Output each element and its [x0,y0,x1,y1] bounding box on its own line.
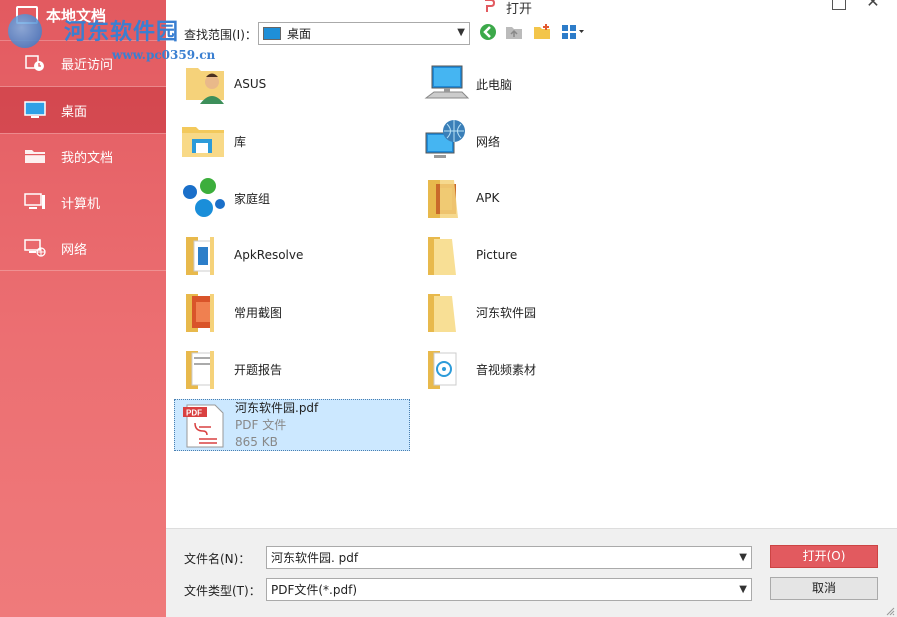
file-name: 常用截图 [234,305,283,320]
file-name: 开题报告 [234,362,283,377]
network-globe-icon [422,117,472,165]
network-icon [24,239,46,257]
documents-folder-icon [24,147,46,165]
file-name: ApkResolve [234,248,304,262]
file-name: 此电脑 [476,77,513,92]
filetype-value: PDF文件(*.pdf) [271,583,358,597]
chevron-down-icon: ▼ [457,27,465,38]
filename-value: 河东软件园. pdf [271,551,359,565]
up-folder-icon [506,27,522,39]
folder-icon [422,174,472,222]
file-item[interactable]: 河东软件园 [416,286,652,338]
bottom-bar: 文件名(N)： 河东软件园. pdf ▼ 文件类型(T)： PDF文件(*.pd… [166,528,897,617]
file-name: ASUS [234,77,267,91]
file-meta: 河东软件园.pdf PDF 文件 865 KB [235,400,318,451]
divider [0,270,166,271]
homegroup-icon [180,174,230,222]
file-name: 河东软件园 [476,305,537,320]
close-button[interactable]: ✕ [862,0,884,10]
maximize-button[interactable] [832,0,846,10]
folder-icon [422,345,472,393]
svg-text:PDF: PDF [186,409,202,418]
file-item[interactable]: 库 [174,115,410,167]
sidebar-item-desktop[interactable]: 桌面 [0,87,166,133]
file-item-selected[interactable]: PDF 河东软件园.pdf PDF 文件 865 KB [174,399,410,451]
folder-icon [422,288,472,336]
view-menu-button[interactable] [560,22,586,42]
chevron-down-icon[interactable]: ▼ [739,584,747,595]
file-item[interactable]: 常用截图 [174,286,410,338]
file-name: 河东软件园.pdf [235,400,319,415]
sidebar-item-label: 桌面 [61,104,88,120]
sidebar-header: 本地文档 [0,0,166,40]
desktop-icon [263,27,281,40]
folder-icon [422,231,472,279]
file-name: 库 [234,134,247,149]
toolbar: 查找范围(I)： 桌面 ▼ [166,18,897,50]
monitor-icon [16,6,38,24]
file-item[interactable]: 网络 [416,115,652,167]
file-name: 家庭组 [234,191,271,206]
pdf-file-icon: PDF [181,401,231,449]
file-item[interactable]: 开题报告 [174,343,410,395]
file-size: 865 KB [235,434,278,449]
look-in-value: 桌面 [287,27,312,41]
filetype-label: 文件类型(T)： [184,584,261,598]
clock-icon [24,54,46,72]
sidebar-item-label: 计算机 [61,196,101,212]
filename-input[interactable]: 河东软件园. pdf ▼ [266,546,752,569]
file-list: ASUS 此电脑 库 网络 家庭组 APK ApkResolve Picture… [166,50,897,528]
window-title: 打开 [506,2,533,17]
file-item[interactable]: Picture [416,229,652,281]
computer-icon [422,60,472,108]
sidebar: 本地文档 最近访问 桌面 我的文档 计算机 网络 [0,0,166,617]
desktop-icon [24,101,46,119]
file-name: Picture [476,248,518,262]
filetype-select[interactable]: PDF文件(*.pdf) ▼ [266,578,752,601]
folder-icon [180,288,230,336]
library-icon [180,117,230,165]
sidebar-item-my-documents[interactable]: 我的文档 [0,133,166,179]
look-in-dropdown[interactable]: 桌面 ▼ [258,22,470,45]
open-app-icon [482,0,496,14]
file-item[interactable]: ASUS [174,58,410,110]
up-folder-button[interactable] [504,22,524,42]
chevron-down-icon[interactable]: ▼ [739,552,747,563]
filename-label: 文件名(N)： [184,552,251,566]
user-folder-icon [180,60,230,108]
back-button[interactable] [478,22,498,42]
folder-icon [180,231,230,279]
sidebar-item-network[interactable]: 网络 [0,225,166,271]
back-arrow-icon [480,24,496,40]
cancel-button[interactable]: 取消 [770,577,878,600]
open-button[interactable]: 打开(O) [770,545,878,568]
file-item[interactable]: 音视频素材 [416,343,652,395]
file-type: PDF 文件 [235,417,287,432]
sidebar-item-recent[interactable]: 最近访问 [0,40,166,86]
file-item[interactable]: ApkResolve [174,229,410,281]
view-grid-icon [562,25,584,39]
folder-icon [180,345,230,393]
file-item[interactable]: 家庭组 [174,172,410,224]
sidebar-item-label: 网络 [61,242,88,258]
sidebar-item-computer[interactable]: 计算机 [0,179,166,225]
new-folder-icon [534,24,550,39]
file-name: APK [476,191,500,205]
resize-grip-icon[interactable] [885,605,895,616]
file-name: 音视频素材 [476,362,537,377]
file-item[interactable]: 此电脑 [416,58,652,110]
file-item[interactable]: APK [416,172,652,224]
sidebar-item-label: 我的文档 [61,150,114,166]
sidebar-title: 本地文档 [46,7,107,25]
new-folder-button[interactable] [532,22,552,42]
look-in-label: 查找范围(I)： [184,28,257,42]
sidebar-item-label: 最近访问 [61,57,114,73]
title-bar: 打开 ✕ [166,0,897,17]
file-name: 网络 [476,134,501,149]
computer-icon [24,193,46,211]
